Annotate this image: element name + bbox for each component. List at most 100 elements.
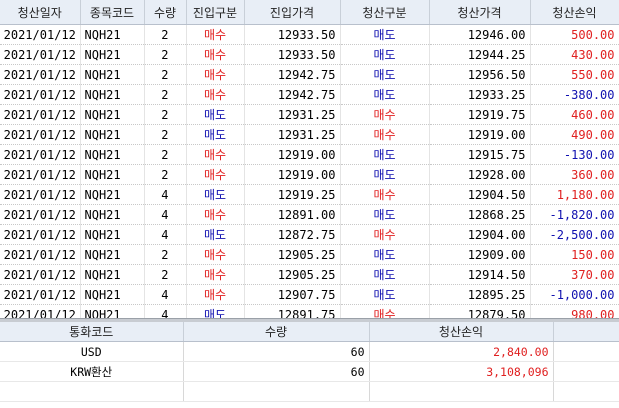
summary-empty-row [0, 381, 619, 402]
col-header-exit-side[interactable]: 청산구분 [340, 0, 430, 25]
table-row[interactable]: 2021/01/12 NQH21 2 매수 12942.75 매도 12933.25 -380… [0, 84, 619, 105]
cell-entry-price: 12919.25 [244, 184, 341, 205]
cell-pl: -2,500.00 [530, 224, 619, 245]
cell-exit-date: 2021/01/12 [0, 164, 81, 185]
summary-grid[interactable]: 통화코드 수량 청산손익 USD 60 2,840.00 KRW환산 60 3,108,0… [0, 322, 619, 408]
table-row[interactable]: 2021/01/12 NQH21 2 매수 12905.25 매도 12914.50 370.… [0, 264, 619, 285]
summary-col-header-pl[interactable]: 청산손익 [369, 322, 554, 342]
cell-quantity: 4 [144, 224, 187, 245]
cell-quantity: 2 [144, 24, 187, 45]
cell-entry-price: 12891.00 [244, 204, 341, 225]
cell-exit-side: 매도 [340, 64, 430, 85]
cell-quantity: 2 [144, 244, 187, 265]
cell-pl: 980.00 [530, 304, 619, 318]
cell-entry-price: 12919.00 [244, 144, 341, 165]
table-row[interactable]: 2021/01/12 NQH21 2 매수 12942.75 매도 12956.50 550.… [0, 64, 619, 85]
cell-entry-price: 12931.25 [244, 104, 341, 125]
cell-exit-date: 2021/01/12 [0, 304, 81, 318]
header-row: 청산일자 종목코드 수량 진입구분 진입가격 청산구분 청산가격 청산손익 [0, 0, 619, 25]
trade-history-grid[interactable]: 청산일자 종목코드 수량 진입구분 진입가격 청산구분 청산가격 청산손익 20… [0, 0, 619, 318]
summary-cell-pl: 2,840.00 [369, 341, 554, 362]
cell-pl: -130.00 [530, 144, 619, 165]
cell-exit-date: 2021/01/12 [0, 244, 81, 265]
col-header-exit-date[interactable]: 청산일자 [0, 0, 81, 25]
cell-pl: 460.00 [530, 104, 619, 125]
cell-exit-date: 2021/01/12 [0, 204, 81, 225]
col-header-pl[interactable]: 청산손익 [530, 0, 619, 25]
cell-pl: 360.00 [530, 164, 619, 185]
cell-symbol: NQH21 [80, 104, 145, 125]
cell-quantity: 2 [144, 84, 187, 105]
table-row[interactable]: 2021/01/12 NQH21 2 매수 12933.50 매도 12946.00 500.… [0, 24, 619, 45]
table-row[interactable]: 2021/01/12 NQH21 4 매도 12919.25 매수 12904.50 1,18… [0, 184, 619, 205]
table-row[interactable]: 2021/01/12 NQH21 2 매수 12919.00 매도 12928.00 360.… [0, 164, 619, 185]
cell-pl: 430.00 [530, 44, 619, 65]
cell-exit-side: 매도 [340, 284, 430, 305]
summary-header-row: 통화코드 수량 청산손익 [0, 322, 619, 342]
col-header-quantity[interactable]: 수량 [144, 0, 187, 25]
summary-row[interactable]: USD 60 2,840.00 [0, 341, 619, 362]
cell-exit-side: 매도 [340, 24, 430, 45]
cell-exit-price: 12904.50 [429, 184, 531, 205]
table-row[interactable]: 2021/01/12 NQH21 4 매수 12891.00 매도 12868.25 -1,8… [0, 204, 619, 225]
cell-symbol: NQH21 [80, 144, 145, 165]
table-row[interactable]: 2021/01/12 NQH21 4 매도 12891.75 매수 12879.50 980.… [0, 304, 619, 318]
cell-entry-side: 매수 [186, 64, 245, 85]
table-row[interactable]: 2021/01/12 NQH21 2 매수 12933.50 매도 12944.25 430.… [0, 44, 619, 65]
cell-exit-price: 12956.50 [429, 64, 531, 85]
cell-quantity: 4 [144, 204, 187, 225]
table-row[interactable]: 2021/01/12 NQH21 2 매수 12905.25 매도 12909.00 150.… [0, 244, 619, 265]
table-row[interactable]: 2021/01/12 NQH21 2 매도 12931.25 매수 12919.00 490.… [0, 124, 619, 145]
summary-col-header-currency[interactable]: 통화코드 [0, 322, 184, 342]
cell-entry-price: 12905.25 [244, 244, 341, 265]
col-header-entry-side[interactable]: 진입구분 [186, 0, 245, 25]
cell-quantity: 2 [144, 44, 187, 65]
table-row[interactable]: 2021/01/12 NQH21 2 매도 12931.25 매수 12919.75 460.… [0, 104, 619, 125]
cell-exit-date: 2021/01/12 [0, 64, 81, 85]
cell-pl: 150.00 [530, 244, 619, 265]
cell-exit-date: 2021/01/12 [0, 284, 81, 305]
table-row[interactable]: 2021/01/12 NQH21 4 매도 12872.75 매수 12904.00 -2,5… [0, 224, 619, 245]
col-header-entry-price[interactable]: 진입가격 [244, 0, 341, 25]
cell-entry-side: 매수 [186, 164, 245, 185]
cell-exit-side: 매수 [340, 304, 430, 318]
cell-entry-price: 12891.75 [244, 304, 341, 318]
cell-pl: -380.00 [530, 84, 619, 105]
cell-exit-date: 2021/01/12 [0, 144, 81, 165]
col-header-symbol[interactable]: 종목코드 [80, 0, 145, 25]
cell-exit-side: 매도 [340, 84, 430, 105]
summary-row[interactable]: KRW환산 60 3,108,096 [0, 361, 619, 382]
cell-exit-side: 매수 [340, 104, 430, 125]
cell-entry-price: 12905.25 [244, 264, 341, 285]
cell-pl: -1,820.00 [530, 204, 619, 225]
cell-symbol: NQH21 [80, 44, 145, 65]
summary-empty-cell [369, 381, 554, 402]
summary-cell-blank [553, 341, 619, 362]
summary-col-header-quantity[interactable]: 수량 [183, 322, 370, 342]
cell-entry-side: 매수 [186, 44, 245, 65]
cell-exit-side: 매수 [340, 124, 430, 145]
cell-entry-side: 매수 [186, 264, 245, 285]
table-row[interactable]: 2021/01/12 NQH21 2 매수 12919.00 매도 12915.75 -130… [0, 144, 619, 165]
cell-exit-side: 매도 [340, 44, 430, 65]
trade-rows: 2021/01/12 NQH21 2 매수 12933.50 매도 12946.00 500.… [0, 24, 619, 318]
cell-entry-side: 매수 [186, 84, 245, 105]
cell-exit-side: 매도 [340, 144, 430, 165]
cell-quantity: 2 [144, 104, 187, 125]
col-header-exit-price[interactable]: 청산가격 [429, 0, 531, 25]
table-row[interactable]: 2021/01/12 NQH21 4 매수 12907.75 매도 12895.25 -1,0… [0, 284, 619, 305]
cell-quantity: 4 [144, 304, 187, 318]
cell-entry-side: 매수 [186, 204, 245, 225]
cell-exit-price: 12919.00 [429, 124, 531, 145]
cell-entry-side: 매도 [186, 104, 245, 125]
cell-entry-price: 12907.75 [244, 284, 341, 305]
cell-exit-date: 2021/01/12 [0, 104, 81, 125]
cell-entry-price: 12931.25 [244, 124, 341, 145]
trade-history-table: 청산일자 종목코드 수량 진입구분 진입가격 청산구분 청산가격 청산손익 20… [0, 0, 619, 318]
cell-pl: 550.00 [530, 64, 619, 85]
cell-symbol: NQH21 [80, 84, 145, 105]
cell-symbol: NQH21 [80, 184, 145, 205]
cell-exit-price: 12868.25 [429, 204, 531, 225]
cell-exit-price: 12928.00 [429, 164, 531, 185]
cell-quantity: 2 [144, 164, 187, 185]
